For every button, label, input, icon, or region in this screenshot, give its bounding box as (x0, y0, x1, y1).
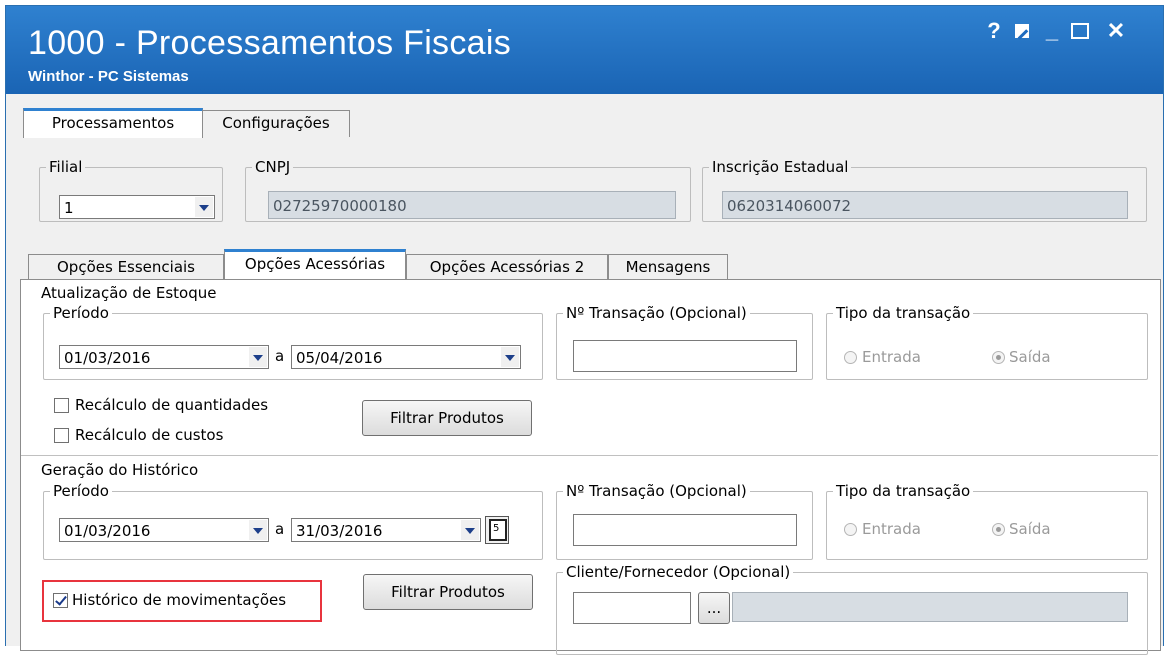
historico-date-to-value: 31/03/2016 (296, 522, 383, 540)
tab-opcoes-acessorias-2[interactable]: Opções Acessórias 2 (406, 254, 608, 281)
estoque-date-sep: a (275, 347, 285, 365)
historico-periodo-label: Período (53, 482, 109, 500)
estoque-date-to-value: 05/04/2016 (296, 349, 383, 367)
window-subtitle: Winthor - PC Sistemas (28, 68, 189, 85)
historico-tipo-label: Tipo da transação (836, 482, 971, 500)
estoque-transacao-input[interactable] (573, 340, 797, 372)
historico-saida-label: Saída (1009, 520, 1051, 538)
help-button[interactable]: ? (981, 16, 1007, 46)
tab-opcoes-essenciais[interactable]: Opções Essenciais (28, 254, 224, 281)
cnpj-label: CNPJ (255, 158, 291, 176)
cliente-name-field[interactable] (732, 592, 1128, 622)
tab-processamentos[interactable]: Processamentos (23, 108, 203, 138)
recalc-custos-checkbox[interactable] (54, 428, 69, 443)
tab-configuracoes[interactable]: Configurações (202, 110, 350, 137)
historico-section-label: Geração do Histórico (41, 461, 199, 479)
estoque-saida-radio[interactable] (992, 351, 1005, 364)
ie-label: Inscrição Estadual (712, 158, 849, 176)
estoque-saida-label: Saída (1009, 348, 1051, 366)
historico-movimentacoes-label: Histórico de movimentações (72, 591, 287, 609)
tab-opcoes-acessorias[interactable]: Opções Acessórias (224, 249, 406, 279)
filial-select[interactable]: 1 (59, 195, 215, 219)
historico-filtrar-produtos-button[interactable]: Filtrar Produtos (363, 574, 533, 610)
maximize-icon (1071, 23, 1089, 39)
estoque-transacao-label: Nº Transação (Opcional) (566, 304, 747, 322)
estoque-entrada-radio[interactable] (844, 351, 857, 364)
historico-date-from-value: 01/03/2016 (64, 522, 151, 540)
estoque-date-from[interactable]: 01/03/2016 (59, 345, 269, 369)
estoque-filtrar-produtos-button[interactable]: Filtrar Produtos (362, 400, 532, 436)
tab-mensagens[interactable]: Mensagens (608, 254, 728, 281)
ie-field[interactable]: 0620314060072 (722, 191, 1128, 219)
cnpj-field[interactable]: 02725970000180 (268, 191, 676, 219)
cliente-fornecedor-label: Cliente/Fornecedor (Opcional) (566, 563, 791, 581)
filial-label: Filial (49, 158, 83, 176)
estoque-periodo-label: Período (53, 304, 109, 322)
historico-transacao-label: Nº Transação (Opcional) (566, 482, 747, 500)
recalc-custos-label: Recálculo de custos (75, 426, 224, 444)
minimize-button[interactable]: _ (1039, 16, 1065, 46)
edit-icon (1015, 24, 1029, 38)
title-bar: 1000 - Processamentos Fiscais Winthor - … (6, 6, 1163, 94)
historico-date-to[interactable]: 31/03/2016 (291, 518, 481, 542)
chevron-down-icon[interactable] (249, 347, 267, 367)
estoque-date-to[interactable]: 05/04/2016 (291, 345, 521, 369)
cliente-code-input[interactable] (573, 592, 691, 624)
app-window: 1000 - Processamentos Fiscais Winthor - … (5, 5, 1164, 655)
chevron-down-icon[interactable] (501, 347, 519, 367)
calendar-icon[interactable] (485, 516, 509, 544)
historico-transacao-input[interactable] (573, 514, 797, 546)
edit-window-button[interactable] (1009, 16, 1035, 46)
chevron-down-icon[interactable] (249, 520, 267, 540)
estoque-tipo-group: Tipo da transação (826, 304, 1148, 380)
recalc-quantidades-label: Recálculo de quantidades (75, 396, 269, 414)
historico-date-sep: a (275, 520, 285, 538)
section-divider (21, 455, 1158, 456)
maximize-button[interactable] (1067, 16, 1093, 46)
browse-button[interactable]: ... (698, 592, 730, 624)
estoque-date-from-value: 01/03/2016 (64, 349, 151, 367)
historico-movimentacoes-checkbox[interactable] (53, 593, 68, 608)
estoque-tipo-label: Tipo da transação (836, 304, 971, 322)
window-client-area: Processamentos Configurações Filial 1 CN… (6, 94, 1163, 655)
window-title: 1000 - Processamentos Fiscais (28, 24, 512, 62)
estoque-section-label: Atualização de Estoque (41, 284, 217, 302)
historico-entrada-label: Entrada (862, 520, 921, 538)
chevron-down-icon[interactable] (461, 520, 479, 540)
estoque-entrada-label: Entrada (862, 348, 921, 366)
historico-date-from[interactable]: 01/03/2016 (59, 518, 269, 542)
recalc-quantidades-checkbox[interactable] (54, 398, 69, 413)
chevron-down-icon[interactable] (195, 197, 213, 217)
filial-value: 1 (64, 199, 74, 217)
historico-saida-radio[interactable] (992, 523, 1005, 536)
close-button[interactable]: ✕ (1103, 16, 1129, 46)
historico-entrada-radio[interactable] (844, 523, 857, 536)
